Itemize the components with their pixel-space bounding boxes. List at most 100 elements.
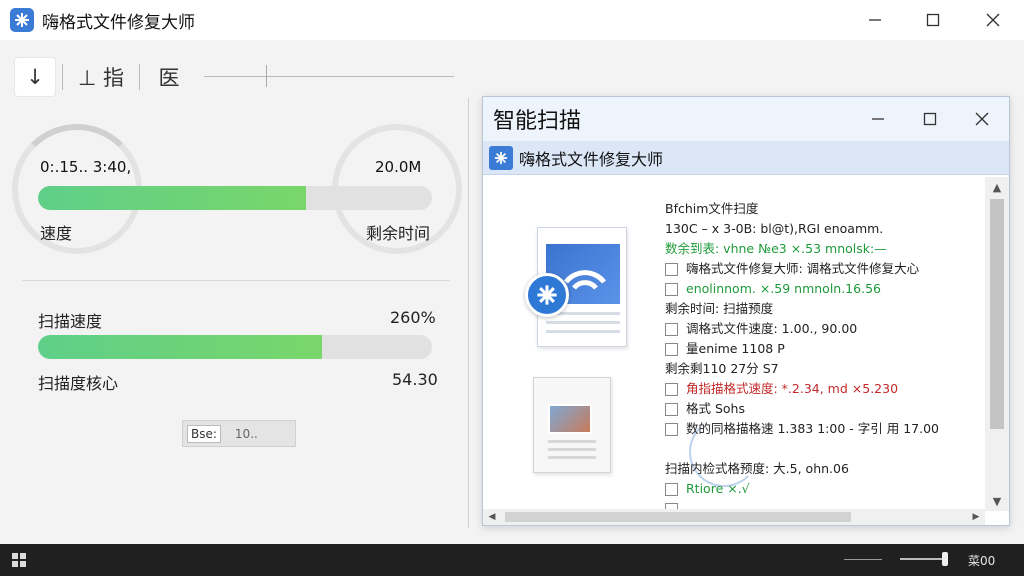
dialog-maximize-button[interactable] bbox=[905, 97, 955, 141]
app-title: 嗨格式文件修复大师 bbox=[42, 12, 195, 33]
scan-info-list: Bfchim文件扫度 130C – x 3-0B: bl@t),RGI enoam… bbox=[665, 199, 985, 509]
scan-info-text: 数余到表: vhne №e3 ×.53 mnolsk:— bbox=[665, 241, 887, 256]
dialog-body: Bfchim文件扫度 130C – x 3-0B: bl@t),RGI enoam… bbox=[483, 177, 985, 509]
scan-info-line[interactable]: 嗨格式文件修复大师: 调格式文件修复大心 bbox=[665, 259, 985, 279]
scan-info-text: Rtiore ×.√ bbox=[686, 481, 750, 496]
overall-progress-fill bbox=[38, 186, 306, 210]
scan-info-line[interactable]: 量enime 1108 P bbox=[665, 339, 985, 359]
checkbox[interactable] bbox=[665, 342, 678, 356]
scan-info-line[interactable]: 调格式文件速度: 1.00., 90.00 bbox=[665, 319, 985, 339]
scroll-down-icon[interactable]: ▼ bbox=[985, 491, 1009, 511]
zoom-slider-thumb[interactable] bbox=[266, 65, 267, 87]
download-icon: ↓ bbox=[26, 65, 44, 89]
document-preview-gray bbox=[533, 377, 611, 473]
zoom-slider-track[interactable] bbox=[204, 76, 454, 77]
scan-info-text: Bfchim文件扫度 bbox=[665, 201, 759, 216]
taskbar-indicator bbox=[844, 559, 882, 560]
dialog-title: 智能扫描 bbox=[493, 109, 582, 134]
scan-info-line[interactable]: 角指描格式速度: *.2.34, md ×5.230 bbox=[665, 379, 985, 399]
minimize-icon bbox=[872, 118, 884, 120]
dialog-ribbon: 嗨格式文件修复大师 bbox=[483, 141, 1009, 175]
scan-info-line: 剩余剩110 27分 S7 bbox=[665, 359, 985, 379]
scan-core-label: 扫描度核心 bbox=[38, 374, 119, 393]
scan-info-line[interactable]: enolinnom. ×.59 nmnoln.16.56 bbox=[665, 279, 985, 299]
checkbox[interactable] bbox=[665, 422, 678, 436]
toolbar-separator bbox=[139, 64, 140, 90]
scan-info-line bbox=[665, 439, 985, 459]
scan-info-text: 剩余剩110 27分 S7 bbox=[665, 361, 779, 376]
download-tool-button[interactable]: ↓ bbox=[14, 57, 56, 97]
vertical-scrollbar[interactable]: ▲ ▼ bbox=[985, 177, 1009, 511]
scan-info-text: 嗨格式文件修复大师: 调格式文件修复大心 bbox=[686, 261, 920, 276]
repair-badge-icon bbox=[525, 273, 569, 317]
checkbox[interactable] bbox=[665, 262, 678, 276]
scan-info-line[interactable] bbox=[665, 499, 985, 509]
scan-speed-value: 260% bbox=[390, 308, 436, 327]
checkbox[interactable] bbox=[665, 282, 678, 296]
overall-progress-bar bbox=[38, 186, 432, 210]
app-logo-icon bbox=[10, 8, 34, 32]
scroll-right-icon[interactable]: ▶ bbox=[967, 509, 985, 525]
scan-core-value: 54.30 bbox=[392, 370, 438, 389]
toolbar: ↓ ⊥ 指 医 bbox=[14, 56, 454, 98]
maximize-icon bbox=[926, 13, 940, 27]
document-text-lines bbox=[546, 312, 620, 339]
scan-info-text: 量enime 1108 P bbox=[686, 341, 785, 356]
scan-info-text: 格式 Sohs bbox=[686, 401, 745, 416]
close-icon bbox=[975, 112, 989, 126]
close-icon bbox=[986, 13, 1000, 27]
scan-info-text: 角指描格式速度: *.2.34, md ×5.230 bbox=[686, 381, 899, 396]
checkbox[interactable] bbox=[665, 322, 678, 336]
base-button[interactable]: Bse: 10.. bbox=[182, 420, 296, 447]
checkbox[interactable] bbox=[665, 382, 678, 396]
repair-tool-label: 医 bbox=[158, 66, 180, 90]
dialog-minimize-button[interactable] bbox=[853, 97, 903, 141]
scan-tool-label: ⊥ 指 bbox=[78, 66, 124, 90]
scroll-left-icon[interactable]: ◀ bbox=[483, 509, 501, 525]
scan-info-text: 数的同格描格速 1.383 1:00 - 字引 用 17.00 bbox=[686, 421, 939, 436]
app-logo-icon bbox=[489, 145, 513, 170]
taskbar: 菜00 bbox=[0, 544, 1024, 576]
scan-info-text: 剩余时间: 扫描预度 bbox=[665, 301, 774, 316]
panel-splitter[interactable] bbox=[468, 98, 469, 528]
checkbox[interactable] bbox=[665, 482, 678, 496]
start-grid-icon[interactable] bbox=[12, 553, 26, 567]
smart-scan-dialog: 智能扫描 嗨格式文件修复大师 Bfchim文件扫度 130C – x 3-0B:… bbox=[482, 96, 1010, 526]
maximize-button[interactable] bbox=[904, 0, 962, 40]
horizontal-scrollbar[interactable]: ◀ ▶ bbox=[483, 509, 985, 525]
close-button[interactable] bbox=[964, 0, 1022, 40]
scan-info-text: 扫描内检式格预度: 大.5, ohn.06 bbox=[665, 461, 849, 476]
progress-panel: 0:.15.. 3:40, 20.0M 速度 剩余时间 扫描速度 260% 扫描… bbox=[0, 100, 468, 542]
scan-info-line: 数余到表: vhne №e3 ×.53 mnolsk:— bbox=[665, 239, 985, 259]
size-gauge-value: 20.0M bbox=[375, 158, 422, 176]
speed-gauge-value: 0:.15.. 3:40, bbox=[40, 158, 132, 176]
scan-info-line[interactable]: Rtiore ×.√ bbox=[665, 479, 985, 499]
checkbox[interactable] bbox=[665, 402, 678, 416]
scan-info-text: 130C – x 3-0B: bl@t),RGI enoamm. bbox=[665, 221, 884, 236]
main-titlebar: 嗨格式文件修复大师 bbox=[0, 0, 1024, 40]
vertical-scroll-thumb[interactable] bbox=[990, 199, 1004, 429]
maximize-icon bbox=[923, 112, 937, 126]
scan-info-line[interactable]: 数的同格描格速 1.383 1:00 - 字引 用 17.00 bbox=[665, 419, 985, 439]
base-button-value: 10.. bbox=[234, 426, 258, 441]
scan-info-line: 扫描内检式格预度: 大.5, ohn.06 bbox=[665, 459, 985, 479]
horizontal-scroll-thumb[interactable] bbox=[505, 512, 851, 522]
dialog-titlebar: 智能扫描 bbox=[483, 97, 1009, 141]
scan-info-line: Bfchim文件扫度 bbox=[665, 199, 985, 219]
scan-tool-button[interactable]: ⊥ 指 bbox=[69, 57, 133, 97]
minimize-button[interactable] bbox=[846, 0, 904, 40]
dialog-ribbon-title: 嗨格式文件修复大师 bbox=[519, 149, 664, 169]
scroll-up-icon[interactable]: ▲ bbox=[985, 177, 1009, 197]
dialog-close-button[interactable] bbox=[957, 97, 1007, 141]
volume-slider-thumb[interactable] bbox=[942, 552, 948, 566]
panel-divider bbox=[22, 280, 450, 281]
minimize-icon bbox=[869, 19, 881, 21]
volume-slider-track[interactable] bbox=[900, 558, 948, 560]
taskbar-clock: 菜00 bbox=[968, 554, 996, 568]
scan-info-line: 剩余时间: 扫描预度 bbox=[665, 299, 985, 319]
document-text-lines bbox=[548, 440, 596, 464]
scan-info-line[interactable]: 格式 Sohs bbox=[665, 399, 985, 419]
document-thumbnail bbox=[548, 404, 592, 434]
toolbar-separator bbox=[62, 64, 63, 90]
repair-tool-button[interactable]: 医 bbox=[146, 57, 192, 97]
